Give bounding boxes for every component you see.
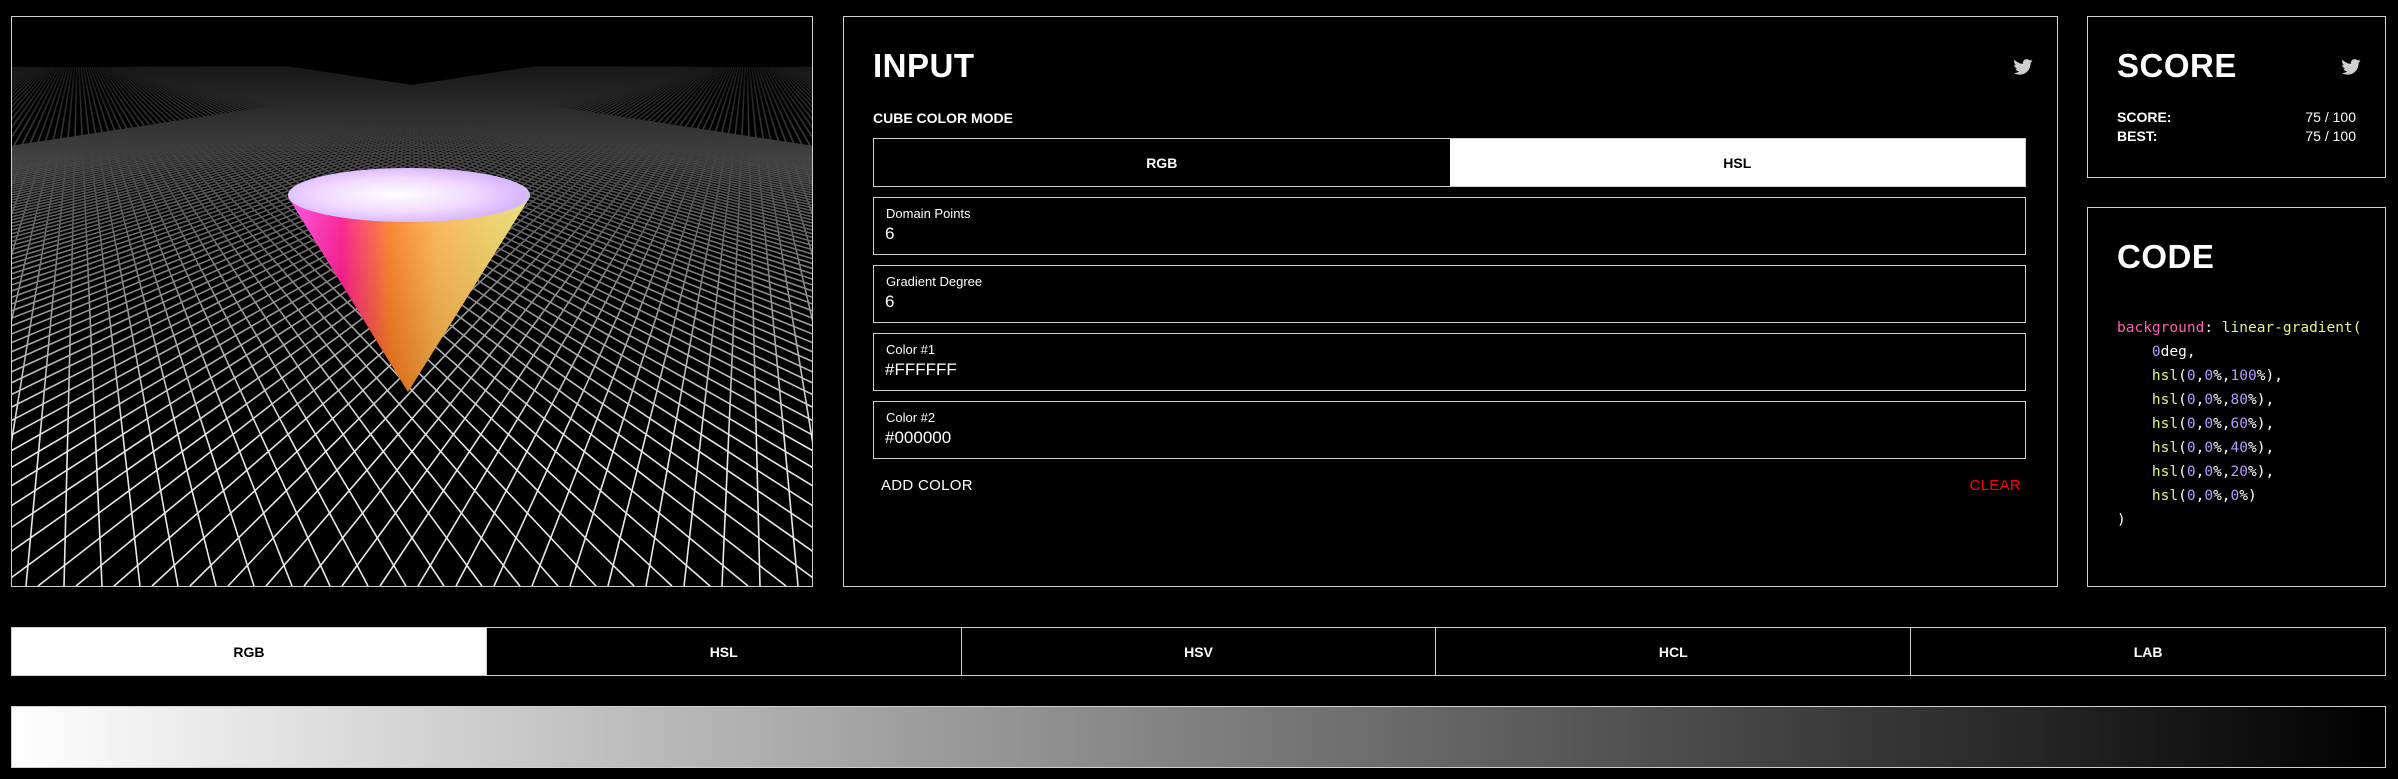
code-stop-l: 80 (2230, 392, 2248, 408)
code-stop-s: 0 (2204, 416, 2214, 432)
code-stop-line: hsl(0,0%,60%), (2151, 416, 2275, 432)
tab-hsv[interactable]: HSV (961, 628, 1437, 675)
code-stop-s: 0 (2204, 392, 2214, 408)
domain-points-input[interactable] (885, 224, 1985, 244)
code-stop-s: 0 (2204, 464, 2214, 480)
color-2-label: Color #2 (886, 410, 936, 425)
cube-color-mode-label: CUBE COLOR MODE (873, 110, 1013, 126)
color-1-input[interactable] (885, 360, 1985, 380)
twitter-icon[interactable] (2013, 59, 2033, 75)
code-function: linear-gradient( (2221, 320, 2362, 336)
color-2-input[interactable] (885, 428, 1985, 448)
input-panel: INPUT CUBE COLOR MODE RGB HSL Domain Poi… (843, 16, 2058, 587)
mode-rgb-button[interactable]: RGB (874, 139, 1450, 186)
color-space-tabs: RGB HSL HSV HCL LAB (11, 627, 2386, 676)
code-stop-h: 0 (2186, 368, 2196, 384)
cone-3d-viewport[interactable] (11, 16, 813, 587)
code-stop-fn: hsl (2151, 464, 2179, 480)
score-value: 75 / 100 (2305, 109, 2356, 125)
code-stop-l: 60 (2230, 416, 2248, 432)
code-stop-fn: hsl (2151, 416, 2179, 432)
code-stop-fn: hsl (2151, 368, 2179, 384)
mode-hsl-button[interactable]: HSL (1449, 139, 2025, 186)
code-stop-line: hsl(0,0%,40%), (2151, 440, 2275, 456)
best-label: BEST: (2117, 128, 2158, 144)
code-stop-s: 0 (2204, 368, 2214, 384)
code-stop-fn: hsl (2151, 440, 2179, 456)
code-stop-h: 0 (2186, 464, 2196, 480)
domain-points-field[interactable]: Domain Points (873, 197, 2026, 255)
cube-color-mode-toggle: RGB HSL (873, 138, 2026, 187)
cone-scene[interactable] (12, 17, 812, 586)
tab-hsl[interactable]: HSL (486, 628, 962, 675)
code-stop-l: 0 (2230, 488, 2240, 504)
code-stop-line: hsl(0,0%,80%), (2151, 392, 2275, 408)
code-stops: hsl(0,0%,100%), hsl(0,0%,80%), hsl(0,0%,… (2117, 368, 2283, 504)
code-stop-line: hsl(0,0%,20%), (2151, 464, 2275, 480)
css-code-block: background: linear-gradient( 0deg, hsl(0… (2117, 320, 2362, 528)
score-panel: SCORE SCORE: 75 / 100 BEST: 75 / 100 (2087, 16, 2386, 178)
score-label: SCORE: (2117, 109, 2172, 125)
gradient-preview (11, 706, 2386, 768)
add-color-button[interactable]: ADD COLOR (881, 477, 973, 494)
best-value: 75 / 100 (2305, 128, 2356, 144)
code-stop-line: hsl(0,0%,100%), (2151, 368, 2283, 384)
score-title: SCORE (2117, 47, 2237, 84)
color-1-field[interactable]: Color #1 (873, 333, 2026, 391)
code-stop-fn: hsl (2151, 392, 2179, 408)
code-stop-h: 0 (2186, 392, 2196, 408)
tab-lab[interactable]: LAB (1911, 628, 2385, 675)
code-stop-h: 0 (2186, 488, 2196, 504)
code-stop-s: 0 (2204, 440, 2214, 456)
gradient-degree-input[interactable] (885, 292, 1985, 312)
score-row: SCORE: 75 / 100 (2117, 109, 2356, 125)
code-panel: CODE background: linear-gradient( 0deg, … (2087, 207, 2386, 587)
code-stop-fn: hsl (2151, 488, 2179, 504)
code-close: ) (2117, 512, 2126, 528)
code-stop-l: 40 (2230, 440, 2248, 456)
clear-button[interactable]: CLEAR (1969, 477, 2021, 494)
tab-rgb[interactable]: RGB (12, 628, 487, 675)
code-angle-unit: deg, (2160, 344, 2196, 360)
code-stop-h: 0 (2186, 440, 2196, 456)
input-title: INPUT (873, 47, 975, 84)
code-angle-value: 0 (2151, 344, 2161, 360)
tab-hcl[interactable]: HCL (1436, 628, 1912, 675)
code-stop-s: 0 (2204, 488, 2214, 504)
code-stop-h: 0 (2186, 416, 2196, 432)
code-stop-l: 100 (2230, 368, 2257, 384)
gradient-degree-field[interactable]: Gradient Degree (873, 265, 2026, 323)
code-property: background (2117, 320, 2205, 336)
color-2-field[interactable]: Color #2 (873, 401, 2026, 459)
domain-points-label: Domain Points (886, 206, 971, 221)
code-stop-line: hsl(0,0%,0%) (2151, 488, 2257, 504)
gradient-degree-label: Gradient Degree (886, 274, 983, 289)
twitter-icon[interactable] (2341, 59, 2361, 75)
best-row: BEST: 75 / 100 (2117, 128, 2356, 144)
code-title: CODE (2117, 238, 2215, 275)
color-1-label: Color #1 (886, 342, 936, 357)
code-stop-l: 20 (2230, 464, 2248, 480)
